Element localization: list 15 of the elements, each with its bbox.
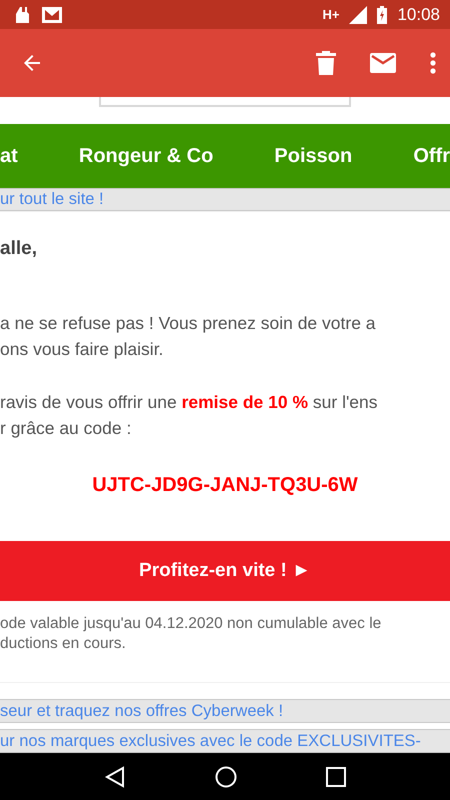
network-type: H+ <box>322 7 340 22</box>
clock: 10:08 <box>397 4 440 25</box>
message-paragraph: ravis de vous offrir une remise de 10 % sur l'ens r grâce au code : <box>0 391 379 440</box>
cta-button[interactable]: Profitez-en vite ! ► <box>0 541 450 602</box>
banner-link[interactable]: ur nos marques exclusives avec le code EXCLUSIVITES- <box>0 732 421 751</box>
banner-link[interactable]: seur et traquez nos offres Cyberweek ! <box>0 702 284 721</box>
footnote: ode valable jusqu'au 04.12.2020 non cumulable avec le ductions en cours. <box>0 614 450 684</box>
greeting: alle, <box>0 238 38 260</box>
promo-code: UJTC-JD9G-JANJ-TQ3U-6W <box>91 474 359 498</box>
menu-link[interactable]: Rongeur & Co <box>78 144 214 168</box>
banner-link[interactable]: ur tout le site ! <box>0 190 104 210</box>
menu-link[interactable]: Poisson <box>274 144 352 168</box>
menu-link[interactable]: Offr <box>413 144 450 168</box>
menu-link[interactable]: at <box>0 144 18 168</box>
message-paragraph: a ne se refuse pas ! Vous prenez soin de votre a ons vous faire plaisir. <box>0 312 377 362</box>
